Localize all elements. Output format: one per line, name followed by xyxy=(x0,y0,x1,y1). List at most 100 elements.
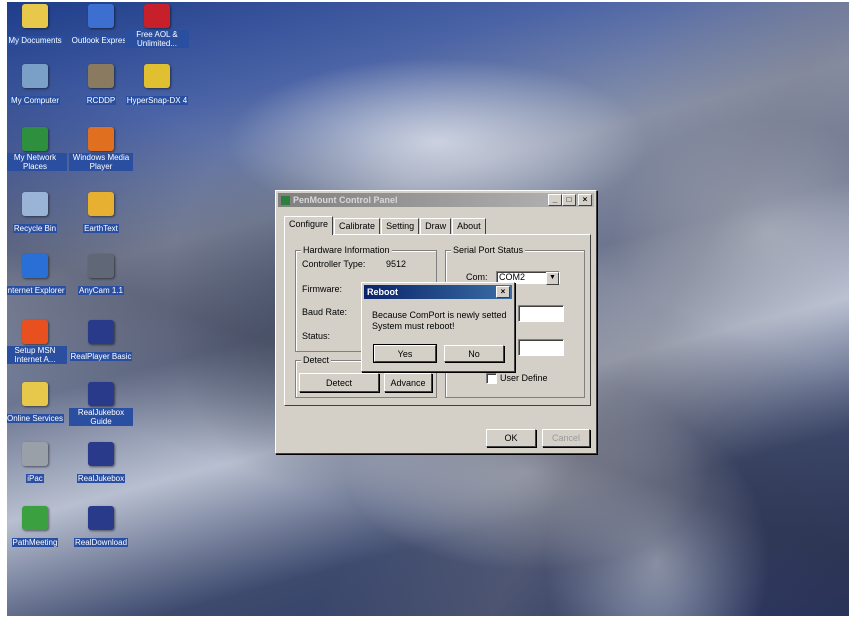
desktop-shortcut-icon xyxy=(88,442,114,466)
desktop-icon[interactable]: My Network Places xyxy=(7,127,67,174)
maximize-button[interactable]: □ xyxy=(562,194,576,206)
desktop-icon[interactable]: RealPlayer Basic xyxy=(69,320,133,364)
desktop-shortcut-icon xyxy=(22,442,48,466)
desktop-icon-label: RealDownload xyxy=(73,538,129,547)
desktop-icon[interactable]: AnyCam 1.1 xyxy=(69,254,133,298)
chevron-down-icon[interactable]: ▼ xyxy=(546,272,559,285)
controller-type-label: Controller Type: xyxy=(302,259,366,269)
reboot-title: Reboot xyxy=(367,287,398,297)
desktop-shortcut-icon xyxy=(88,4,114,28)
desktop-icon-label: My Computer xyxy=(9,96,60,105)
desktop-icon[interactable]: My Documents xyxy=(7,4,67,48)
desktop-icon-label: iPac xyxy=(26,474,44,483)
reboot-dialog[interactable]: Reboot × Because ComPort is newly setted… xyxy=(361,282,515,372)
serial-field-2[interactable] xyxy=(518,339,564,356)
user-define-checkbox[interactable] xyxy=(486,373,497,384)
desktop-shortcut-icon xyxy=(88,127,114,151)
control-panel-title: PenMount Control Panel xyxy=(293,195,398,205)
desktop-icon[interactable]: RCDDP xyxy=(69,64,133,108)
desktop-icon[interactable]: PathMeeting xyxy=(7,506,67,550)
desktop-shortcut-icon xyxy=(22,64,48,88)
no-button[interactable]: No xyxy=(444,345,504,362)
advance-button[interactable]: Advance xyxy=(384,373,432,392)
detect-group-title: Detect xyxy=(301,355,332,365)
desktop-icon-label: Online Services xyxy=(7,414,65,423)
desktop-shortcut-icon xyxy=(88,254,114,278)
desktop-icon-label: EarthText xyxy=(83,224,119,233)
desktop-icon[interactable]: My Computer xyxy=(7,64,67,108)
desktop-shortcut-icon xyxy=(88,320,114,344)
desktop-icon-label: My Network Places xyxy=(7,153,67,171)
desktop[interactable]: My Documents Outlook Express Free AOL & Un… xyxy=(7,2,849,616)
detect-button[interactable]: Detect xyxy=(299,373,379,392)
desktop-icon-label: My Documents xyxy=(7,36,63,45)
reboot-close-button[interactable]: × xyxy=(496,286,510,298)
ok-button[interactable]: OK xyxy=(486,429,536,447)
com-label: Com: xyxy=(466,272,488,282)
desktop-icon[interactable]: Setup MSN Internet A... xyxy=(7,320,67,367)
desktop-icon-label: Setup MSN Internet A... xyxy=(7,346,67,364)
control-panel-titlebar[interactable]: PenMount Control Panel _ □ × xyxy=(278,193,594,207)
cancel-button[interactable]: Cancel xyxy=(542,429,590,447)
user-define-label: User Define xyxy=(500,373,548,383)
control-panel-app-icon xyxy=(281,195,290,205)
desktop-shortcut-icon xyxy=(22,192,48,216)
desktop-icon-label: Internet Explorer xyxy=(7,286,66,295)
reboot-message-line-2: System must reboot! xyxy=(372,321,455,331)
desktop-icon[interactable]: HyperSnap-DX 4 xyxy=(125,64,189,108)
desktop-icon[interactable]: RealJukebox Guide xyxy=(69,382,133,429)
desktop-icon[interactable]: Free AOL & Unlimited... xyxy=(125,4,189,51)
desktop-icon-label: Free AOL & Unlimited... xyxy=(125,30,189,48)
com-port-value: COM2 xyxy=(499,272,526,282)
desktop-icon-label: RCDDP xyxy=(85,96,117,105)
desktop-icon-label: HyperSnap-DX 4 xyxy=(125,96,189,105)
desktop-icon-label: RealPlayer Basic xyxy=(69,352,133,361)
tab-calibrate[interactable]: Calibrate xyxy=(334,218,381,235)
desktop-icon[interactable]: Recycle Bin xyxy=(7,192,67,236)
controller-type-value: 9512 xyxy=(386,259,407,269)
firmware-label: Firmware: xyxy=(302,284,342,294)
desktop-shortcut-icon xyxy=(22,506,48,530)
desktop-shortcut-icon xyxy=(22,320,48,344)
desktop-icon-label: RealJukebox Guide xyxy=(69,408,133,426)
hardware-information-title: Hardware Information xyxy=(301,245,392,255)
desktop-icon[interactable]: EarthText xyxy=(69,192,133,236)
serial-field-1[interactable] xyxy=(518,305,564,322)
desktop-shortcut-icon xyxy=(22,254,48,278)
desktop-shortcut-icon xyxy=(22,382,48,406)
desktop-icon-label: Recycle Bin xyxy=(12,224,58,233)
desktop-shortcut-icon xyxy=(144,64,170,88)
yes-button[interactable]: Yes xyxy=(373,344,437,363)
tab-configure[interactable]: Configure xyxy=(284,216,334,235)
desktop-icon-label: PathMeeting xyxy=(11,538,59,547)
tab-draw[interactable]: Draw xyxy=(420,218,452,235)
reboot-message-line-1: Because ComPort is newly setted xyxy=(372,310,507,320)
desktop-shortcut-icon xyxy=(88,506,114,530)
desktop-icon[interactable]: Outlook Express xyxy=(69,4,133,48)
desktop-icon[interactable]: Online Services xyxy=(7,382,67,426)
desktop-icon-label: Windows Media Player xyxy=(69,153,133,171)
desktop-shortcut-icon xyxy=(22,127,48,151)
desktop-icon[interactable]: Windows Media Player xyxy=(69,127,133,174)
control-panel-tabs: Configure Calibrate Setting Draw About xyxy=(284,216,487,235)
tab-about[interactable]: About xyxy=(452,218,486,235)
serial-port-status-title: Serial Port Status xyxy=(451,245,526,255)
tab-setting[interactable]: Setting xyxy=(381,218,420,235)
close-button[interactable]: × xyxy=(578,194,592,206)
desktop-icon[interactable]: iPac xyxy=(7,442,67,486)
desktop-icon[interactable]: RealDownload xyxy=(69,506,133,550)
desktop-shortcut-icon xyxy=(22,4,48,28)
desktop-icon-label: RealJukebox xyxy=(76,474,126,483)
desktop-icon[interactable]: Internet Explorer xyxy=(7,254,67,298)
baud-rate-label: Baud Rate: xyxy=(302,307,348,317)
reboot-titlebar[interactable]: Reboot × xyxy=(364,285,512,299)
desktop-shortcut-icon xyxy=(88,192,114,216)
desktop-icon-label: AnyCam 1.1 xyxy=(77,286,125,295)
minimize-button[interactable]: _ xyxy=(548,194,562,206)
desktop-shortcut-icon xyxy=(88,382,114,406)
desktop-shortcut-icon xyxy=(88,64,114,88)
desktop-icon[interactable]: RealJukebox xyxy=(69,442,133,486)
status-label: Status: xyxy=(302,331,331,341)
desktop-shortcut-icon xyxy=(144,4,170,28)
desktop-icon-label: Outlook Express xyxy=(70,36,132,45)
